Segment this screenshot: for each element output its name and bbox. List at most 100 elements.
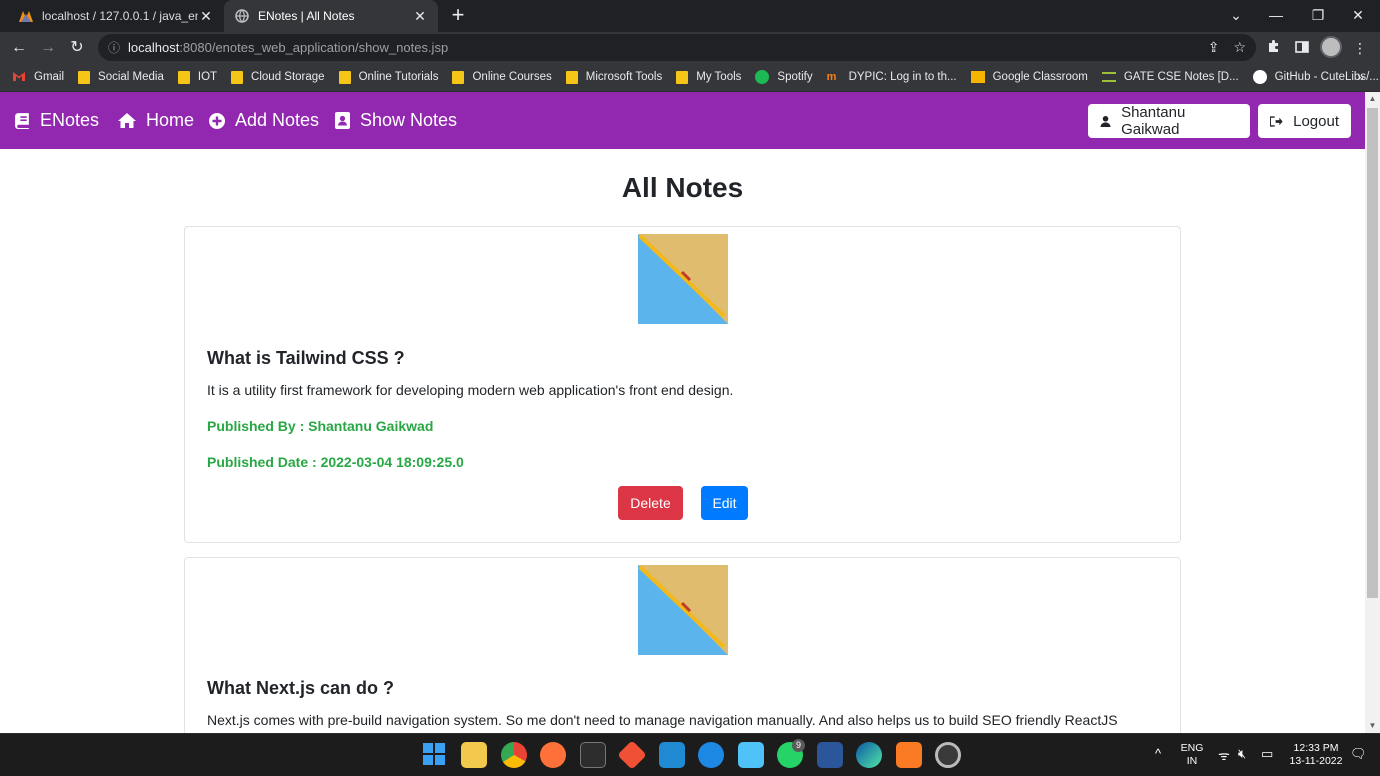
site-info-icon[interactable]: ⓘ xyxy=(108,39,128,56)
file-explorer-icon[interactable] xyxy=(461,742,487,768)
classroom-icon xyxy=(970,71,985,83)
tab-title: ENotes | All Notes xyxy=(258,9,355,23)
menu-kebab-icon[interactable]: ⋮ xyxy=(1347,35,1373,61)
note-title: What Next.js can do ? xyxy=(207,678,395,698)
forward-icon[interactable]: → xyxy=(35,35,61,61)
notifications-icon[interactable]: 🗨︎ xyxy=(1350,746,1367,762)
nav-show-notes[interactable]: Show Notes xyxy=(334,92,457,149)
firefox-icon[interactable] xyxy=(540,742,566,768)
new-tab-button[interactable]: + xyxy=(446,3,470,29)
phpmyadmin-icon xyxy=(18,8,34,24)
stack-icon xyxy=(1101,72,1116,82)
terminal-icon[interactable] xyxy=(580,742,606,768)
reload-icon[interactable]: ↻ xyxy=(64,35,90,61)
scroll-up-icon[interactable]: ▲ xyxy=(1365,92,1380,106)
address-bar[interactable]: ⓘ localhost:8080/enotes_web_application/… xyxy=(98,34,1256,61)
note-card: What is Tailwind CSS ? It is a utility f… xyxy=(184,226,1181,543)
minimize-icon[interactable]: — xyxy=(1256,0,1296,30)
bookmark-star-icon[interactable]: ☆ xyxy=(1233,39,1246,56)
browser-tab-phpmyadmin[interactable]: localhost / 127.0.0.1 / java_enote ✕ xyxy=(8,0,224,32)
user-icon xyxy=(1100,115,1111,127)
close-icon[interactable]: ✕ xyxy=(412,8,428,25)
folder-icon xyxy=(452,70,465,84)
bookmark-dypic[interactable]: m DYPIC: Log in to th... xyxy=(827,71,957,83)
bookmarks-overflow-icon[interactable]: » xyxy=(1357,70,1364,84)
bookmark-online-courses[interactable]: Online Courses xyxy=(452,70,552,84)
user-profile-button[interactable]: Shantanu Gaikwad xyxy=(1088,104,1250,138)
scrollbar-thumb[interactable] xyxy=(1367,108,1378,598)
folder-icon xyxy=(78,70,91,84)
bookmark-cloud-storage[interactable]: Cloud Storage xyxy=(231,70,325,84)
globe-icon xyxy=(234,8,250,24)
bookmark-google-classroom[interactable]: Google Classroom xyxy=(970,71,1088,83)
note-card: What Next.js can do ? Next.js comes with… xyxy=(184,557,1181,733)
bookmark-online-tutorials[interactable]: Online Tutorials xyxy=(338,70,438,84)
nav-show-notes-label: Show Notes xyxy=(360,110,458,130)
edge-icon[interactable] xyxy=(856,742,882,768)
bookmark-my-tools[interactable]: My Tools xyxy=(676,70,741,84)
window-close-icon[interactable]: ✕ xyxy=(1338,0,1378,30)
profile-avatar[interactable] xyxy=(1320,36,1342,58)
home-icon xyxy=(118,113,136,128)
logout-button[interactable]: Logout xyxy=(1258,104,1351,138)
note-content: It is a utility first framework for deve… xyxy=(207,382,734,398)
moodle-icon: m xyxy=(826,71,837,83)
close-icon[interactable]: ✕ xyxy=(198,8,214,25)
plus-circle-icon xyxy=(209,112,225,129)
nav-home[interactable]: Home xyxy=(117,92,194,149)
bookmark-iot[interactable]: IOT xyxy=(177,70,217,84)
clock[interactable]: 12:33 PM 13-11-2022 xyxy=(1286,742,1346,768)
note-title: What is Tailwind CSS ? xyxy=(207,348,405,368)
wifi-icon[interactable]: ᯤ xyxy=(1218,746,1230,764)
delete-button[interactable]: Delete xyxy=(618,486,683,520)
start-icon[interactable] xyxy=(422,742,448,768)
brand-label: ENotes xyxy=(40,110,100,130)
bookmark-microsoft-tools[interactable]: Microsoft Tools xyxy=(565,70,662,84)
spotify-icon xyxy=(755,70,770,84)
extensions-icon[interactable] xyxy=(1261,35,1287,61)
bookmark-gmail[interactable]: Gmail xyxy=(12,71,64,84)
pencil-image xyxy=(638,565,728,655)
battery-icon[interactable]: ▭ xyxy=(1261,746,1273,762)
chrome-icon[interactable] xyxy=(501,742,527,768)
brand-link[interactable]: ENotes xyxy=(14,92,99,149)
nav-add-notes-label: Add Notes xyxy=(235,110,320,130)
bookmarks-bar: Gmail Social Media IOT Cloud Storage Onl… xyxy=(0,63,1380,92)
folder-icon xyxy=(565,70,578,84)
notepad-icon[interactable] xyxy=(738,742,764,768)
gmail-icon xyxy=(12,71,26,84)
chevron-up-icon[interactable]: ^ xyxy=(1155,746,1161,761)
xampp-icon[interactable] xyxy=(896,742,922,768)
language-indicator[interactable]: ENG IN xyxy=(1178,742,1206,768)
browser-tab-enotes[interactable]: ENotes | All Notes ✕ xyxy=(224,0,438,32)
back-icon[interactable]: ← xyxy=(6,35,32,61)
sign-out-icon xyxy=(1270,115,1283,127)
page-scrollbar[interactable]: ▲ ▼ xyxy=(1365,92,1380,733)
note-content: Next.js comes with pre-build navigation … xyxy=(207,712,1118,728)
scroll-down-icon[interactable]: ▼ xyxy=(1365,719,1380,733)
edit-button[interactable]: Edit xyxy=(701,486,748,520)
browser-toolbar: ← → ↻ ⓘ localhost:8080/enotes_web_applic… xyxy=(0,32,1380,63)
git-icon[interactable] xyxy=(617,740,647,770)
whatsapp-badge: 9 xyxy=(792,739,805,752)
vscode-icon[interactable] xyxy=(659,742,685,768)
restore-icon[interactable]: ❐ xyxy=(1298,0,1338,30)
nav-add-notes[interactable]: Add Notes xyxy=(208,92,319,149)
speaker-muted-icon[interactable]: 🔇︎ xyxy=(1238,746,1246,762)
bookmark-social-media[interactable]: Social Media xyxy=(78,70,164,84)
side-panel-icon[interactable] xyxy=(1289,35,1315,61)
nav-home-label: Home xyxy=(146,110,195,130)
browser-tab-strip: localhost / 127.0.0.1 / java_enote ✕ ENo… xyxy=(0,0,1380,32)
word-icon[interactable] xyxy=(817,742,843,768)
settings-icon[interactable] xyxy=(935,742,961,768)
bookmark-spotify[interactable]: Spotify xyxy=(755,70,813,84)
folder-icon xyxy=(338,70,351,84)
tab-search-icon[interactable]: ⌄ xyxy=(1216,0,1256,30)
share-icon[interactable]: ⇪ xyxy=(1208,39,1220,56)
folder-icon xyxy=(177,70,190,84)
address-book-icon xyxy=(335,112,350,129)
url-text[interactable]: localhost:8080/enotes_web_application/sh… xyxy=(128,40,448,55)
bookmark-gate-cse-notes[interactable]: GATE CSE Notes [D... xyxy=(1101,71,1239,83)
tab-title: localhost / 127.0.0.1 / java_enote xyxy=(42,9,198,23)
whatsapp-business-icon[interactable] xyxy=(698,742,724,768)
